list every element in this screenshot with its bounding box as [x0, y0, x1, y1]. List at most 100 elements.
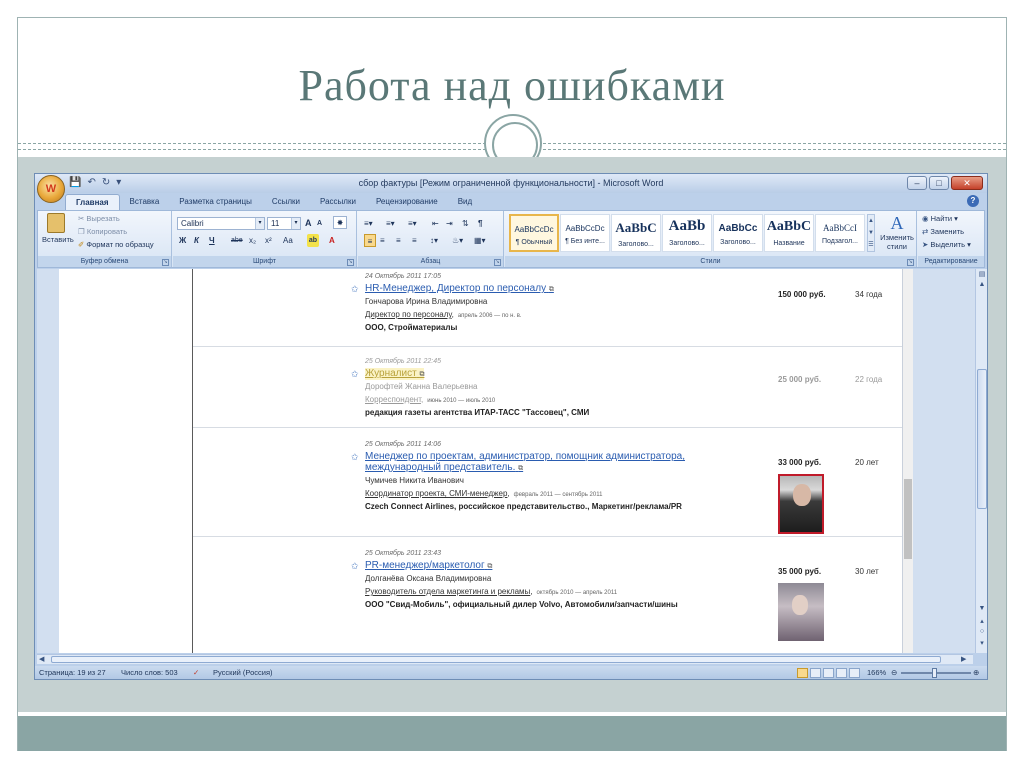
vertical-scrollbar-thumb[interactable]	[977, 369, 987, 509]
numbering-icon[interactable]: ≡▾	[386, 217, 395, 230]
style-title[interactable]: AaBbC Название	[764, 214, 814, 252]
subscript-button[interactable]: x₂	[249, 234, 256, 247]
horizontal-scrollbar[interactable]: ◀ ▶	[37, 654, 973, 664]
decrease-indent-icon[interactable]: ⇤	[432, 217, 439, 230]
styles-scroll-icon[interactable]: ▲ ▼ ☰	[867, 214, 875, 252]
grow-font-button[interactable]: A	[305, 217, 312, 230]
style-normal[interactable]: AaBbCcDc ¶ Обычный	[509, 214, 559, 252]
font-name-select[interactable]: Calibri ▾	[177, 217, 265, 230]
vertical-scrollbar[interactable]: ▤ ▲ ▼ ▴ ○ ▾	[975, 269, 987, 653]
minimize-button[interactable]: –	[907, 176, 927, 190]
ruler-toggle-icon[interactable]: ▤	[977, 270, 987, 280]
star-icon[interactable]: ✩	[351, 452, 359, 463]
strikethrough-button[interactable]: abe	[231, 234, 243, 247]
entry-title-text: PR-менеджер/маркетолог	[365, 560, 485, 571]
align-left-icon[interactable]: ≡	[364, 234, 376, 247]
highlight-color-icon[interactable]: ab	[307, 234, 319, 247]
entry-title-link[interactable]: Менеджер по проектам, администратор, пом…	[365, 451, 705, 474]
browse-object-icon[interactable]: ○	[977, 628, 987, 638]
pilcrow-icon[interactable]: ¶	[478, 217, 482, 230]
replace-button[interactable]: ⇄ Заменить	[922, 227, 964, 236]
clear-formatting-icon[interactable]: ✸	[333, 216, 347, 229]
change-styles-button[interactable]: A Изменить стили	[877, 213, 917, 251]
align-right-icon[interactable]: ≡	[396, 234, 401, 247]
borders-icon[interactable]: ▦▾	[474, 234, 486, 247]
bullets-icon[interactable]: ≡▾	[364, 217, 373, 230]
zoom-in-icon[interactable]: ⊕	[973, 668, 979, 677]
style-heading-2[interactable]: AaBb Заголово...	[662, 214, 712, 252]
entry-date: 24 Октябрь 2011 17:05	[365, 273, 442, 280]
horizontal-scrollbar-thumb[interactable]	[51, 656, 941, 663]
format-painter-button[interactable]: ✐ Формат по образцу	[78, 240, 154, 249]
align-center-icon[interactable]: ≡	[380, 234, 385, 247]
web-layout-view-icon[interactable]	[823, 668, 834, 678]
maximize-button[interactable]: □	[929, 176, 949, 190]
font-color-icon[interactable]: A	[329, 234, 335, 247]
copy-button[interactable]: ❐ Копировать	[78, 227, 127, 236]
tab-home[interactable]: Главная	[65, 194, 120, 210]
next-page-icon[interactable]: ▾	[977, 639, 987, 649]
sort-icon[interactable]: ⇅	[462, 217, 469, 230]
italic-button[interactable]: К	[194, 234, 199, 247]
dialog-launcher-icon[interactable]: ↘	[162, 259, 169, 266]
outline-view-icon[interactable]	[836, 668, 847, 678]
select-button[interactable]: ➤ Выделить ▾	[922, 240, 971, 249]
tab-references[interactable]: Ссылки	[262, 194, 310, 210]
multilevel-list-icon[interactable]: ≡▾	[408, 217, 417, 230]
star-icon[interactable]: ✩	[351, 284, 359, 295]
style-heading-3[interactable]: AaBbCc Заголово...	[713, 214, 763, 252]
tab-page-layout[interactable]: Разметка страницы	[169, 194, 262, 210]
underline-button[interactable]: Ч	[209, 234, 215, 247]
star-icon[interactable]: ✩	[351, 561, 359, 572]
bold-button[interactable]: Ж	[179, 234, 186, 247]
superscript-button[interactable]: x²	[265, 234, 272, 247]
tab-insert[interactable]: Вставка	[120, 194, 170, 210]
help-icon[interactable]: ?	[967, 195, 979, 207]
page-scrollbar[interactable]	[903, 269, 913, 653]
language-indicator[interactable]: Русский (Россия)	[213, 668, 273, 677]
zoom-out-icon[interactable]: ⊖	[891, 668, 897, 677]
previous-page-icon[interactable]: ▴	[977, 617, 987, 627]
justify-icon[interactable]: ≡	[412, 234, 417, 247]
dialog-launcher-icon[interactable]: ↘	[907, 259, 914, 266]
entry-title-link[interactable]: Журналист ⧉	[365, 368, 425, 380]
shading-icon[interactable]: ♨▾	[452, 234, 463, 247]
star-icon[interactable]: ✩	[351, 369, 359, 380]
cut-button[interactable]: ✂ Вырезать	[78, 214, 120, 223]
scroll-down-icon[interactable]: ▼	[977, 605, 987, 615]
scroll-left-icon[interactable]: ◀	[39, 655, 44, 663]
document-page[interactable]: 24 Октябрь 2011 17:05 ✩ HR-Менеджер, Дир…	[193, 269, 903, 653]
shrink-font-button[interactable]: A	[317, 217, 322, 230]
full-screen-view-icon[interactable]	[810, 668, 821, 678]
draft-view-icon[interactable]	[849, 668, 860, 678]
increase-indent-icon[interactable]: ⇥	[446, 217, 453, 230]
dialog-launcher-icon[interactable]: ↘	[494, 259, 501, 266]
entry-title-link[interactable]: PR-менеджер/маркетолог ⧉	[365, 560, 725, 572]
style-no-spacing[interactable]: AaBbCcDc ¶ Без инте...	[560, 214, 610, 252]
scroll-up-icon[interactable]: ▲	[977, 281, 987, 291]
proofing-icon[interactable]: ✓	[193, 668, 199, 677]
tab-review[interactable]: Рецензирование	[366, 194, 448, 210]
office-button[interactable]: W	[37, 175, 65, 203]
change-case-button[interactable]: Aa	[283, 234, 293, 247]
entry-age: 30 лет	[855, 567, 879, 576]
scroll-right-icon[interactable]: ▶	[961, 655, 966, 663]
line-spacing-icon[interactable]: ↕▾	[430, 234, 438, 247]
zoom-level[interactable]: 166%	[867, 668, 886, 677]
style-subtitle[interactable]: AaBbCcI Подзагол...	[815, 214, 865, 252]
print-layout-view-icon[interactable]	[797, 668, 808, 678]
zoom-slider-handle[interactable]	[932, 668, 937, 678]
page-scrollbar-thumb[interactable]	[904, 479, 912, 559]
dialog-launcher-icon[interactable]: ↘	[347, 259, 354, 266]
find-button[interactable]: ◉ Найти ▾	[922, 214, 958, 223]
tab-view[interactable]: Вид	[448, 194, 482, 210]
style-heading-1[interactable]: AaBbC Заголово...	[611, 214, 661, 252]
entry-period: февраль 2011 — сентябрь 2011	[513, 492, 603, 498]
close-button[interactable]: ✕	[951, 176, 983, 190]
entry-title-link[interactable]: HR-Менеджер, Директор по персоналу ⧉	[365, 283, 725, 295]
word-count[interactable]: Число слов: 503	[121, 668, 178, 677]
tab-mailings[interactable]: Рассылки	[310, 194, 366, 210]
page-counter[interactable]: Страница: 19 из 27	[39, 668, 106, 677]
paste-button[interactable]: Вставить	[42, 213, 74, 244]
font-size-select[interactable]: 11 ▾	[267, 217, 301, 230]
